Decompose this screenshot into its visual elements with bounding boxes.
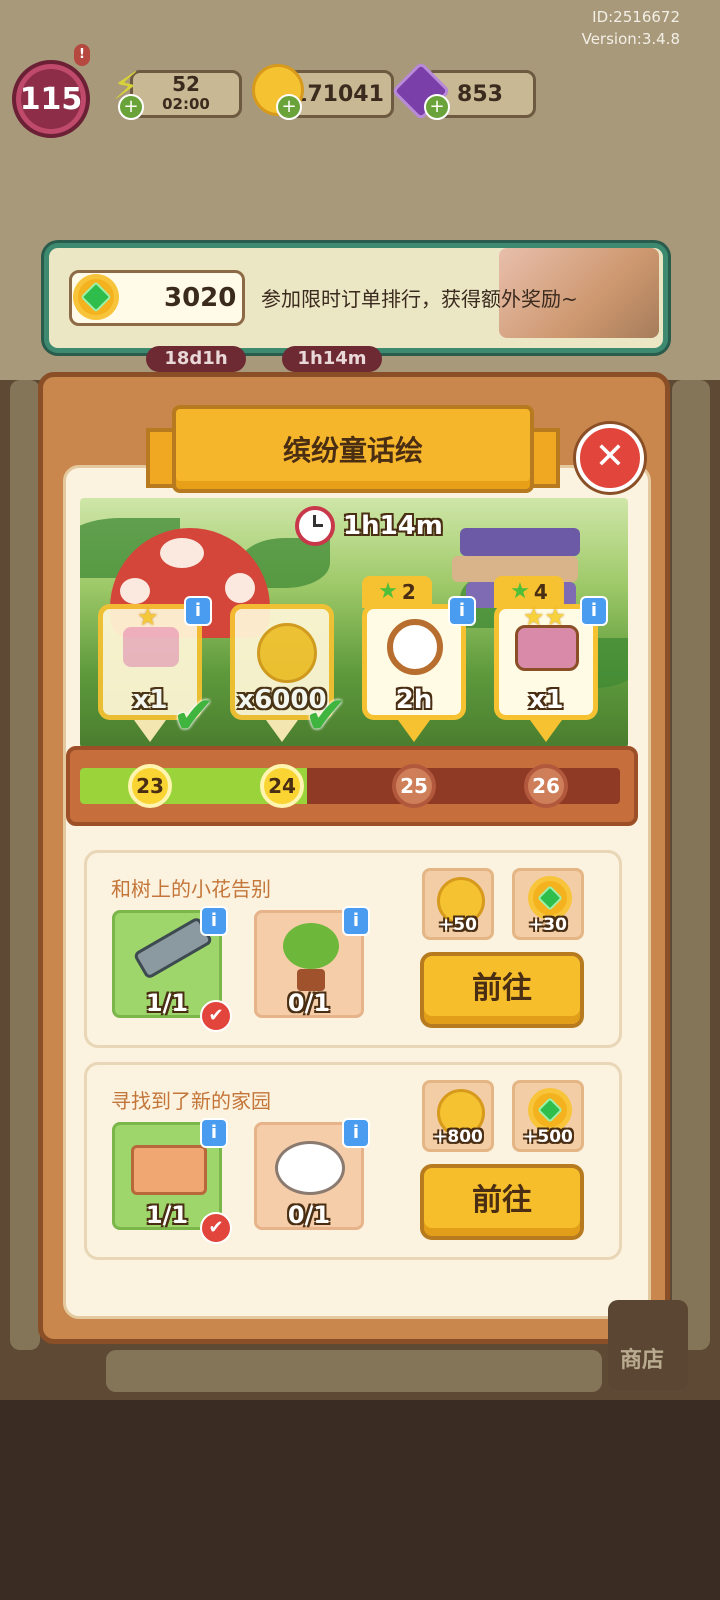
star-icon: ★	[378, 579, 398, 604]
level-number: 115	[19, 81, 83, 117]
banner-points-value: 3020	[164, 283, 237, 313]
book-stack	[460, 528, 580, 556]
energy-value: 52	[172, 72, 200, 96]
tree-icon	[283, 923, 339, 969]
mushroom-spot	[160, 538, 204, 568]
stopwatch-icon	[387, 619, 443, 675]
reward-pointer	[398, 720, 430, 742]
done-check-icon: ✔	[200, 1000, 232, 1032]
energy-plus-button[interactable]: +	[118, 94, 144, 120]
clock-icon	[295, 506, 335, 546]
reward-pointer	[530, 720, 562, 742]
energy-counter[interactable]: 52 02:00	[130, 70, 242, 118]
pot-icon	[297, 969, 325, 991]
flower-gem-icon	[533, 881, 567, 915]
flower-gem-icon	[78, 279, 114, 315]
modal-title-ribbon: 缤纷童话绘	[172, 405, 534, 493]
info-button[interactable]: i	[342, 906, 370, 936]
info-button[interactable]: i	[200, 1118, 228, 1148]
player-level-badge[interactable]: 115	[12, 60, 90, 138]
reward-value: +30	[529, 915, 567, 935]
milestone-node-23: 23	[128, 764, 172, 808]
event-timer: 1h14m	[295, 506, 443, 546]
info-button[interactable]: i	[200, 906, 228, 936]
milestone-node-25: 25	[392, 764, 436, 808]
background-timer-2: 1h14m	[282, 346, 382, 372]
go-button[interactable]: 前往	[420, 1164, 584, 1240]
reward-value: +50	[439, 915, 477, 935]
star-icon: ★★	[523, 603, 567, 631]
star-icon: ★	[137, 603, 159, 631]
info-button[interactable]: i	[580, 596, 608, 626]
reward-value: +500	[523, 1127, 573, 1147]
basket-icon	[131, 1145, 207, 1195]
task-reward-coin: +800	[422, 1080, 494, 1152]
player-id: ID:2516672	[592, 8, 680, 26]
coin-value: 171041	[292, 81, 384, 107]
reward-count: 2h	[395, 685, 433, 715]
mushroom-spot	[225, 573, 255, 603]
info-button[interactable]: i	[342, 1118, 370, 1148]
background-shelf-right	[672, 380, 710, 1350]
task-reward-flower: +30	[512, 868, 584, 940]
star-icon: ★	[510, 579, 530, 604]
reward-pointer	[134, 720, 166, 742]
reward-count: x1	[528, 685, 564, 715]
background-timer-1: 18d1h	[146, 346, 246, 372]
level-alert-badge: !	[74, 44, 90, 66]
claimed-check-icon: ✔	[172, 686, 216, 746]
order-ranking-banner[interactable]: 3020 参加限时订单排行，获得额外奖励~	[44, 243, 668, 353]
flower-gem-icon	[533, 1093, 567, 1127]
shop-label: 商店	[620, 1348, 665, 1373]
banner-message: 参加限时订单排行，获得额外奖励~	[261, 287, 578, 311]
task-title: 寻找到了新的家园	[111, 1089, 271, 1113]
item-count: 0/1	[287, 1201, 331, 1229]
background-scene-bottom	[0, 1400, 720, 1600]
background-shelf-left	[10, 380, 40, 1350]
item-count: 0/1	[287, 989, 331, 1017]
task-reward-coin: +50	[422, 868, 494, 940]
go-button[interactable]: 前往	[420, 952, 584, 1028]
reward-value: +800	[433, 1127, 483, 1147]
version-text: Version:3.4.8	[581, 30, 680, 48]
modal-title: 缤纷童话绘	[282, 434, 423, 467]
claimed-check-icon: ✔	[304, 686, 348, 746]
star-requirement: 2	[401, 580, 416, 604]
task-reward-flower: +500	[512, 1080, 584, 1152]
info-button[interactable]: i	[448, 596, 476, 626]
close-icon: ✕	[594, 436, 626, 477]
energy-timer: 02:00	[162, 95, 210, 113]
milestone-node-24: 24	[260, 764, 304, 808]
pink-bed-icon	[123, 627, 179, 667]
star-requirement: 4	[533, 580, 548, 604]
ornate-bed-icon	[515, 625, 579, 671]
done-check-icon: ✔	[200, 1212, 232, 1244]
close-button[interactable]: ✕	[576, 424, 644, 492]
reward-pointer	[266, 720, 298, 742]
milestone-node-26: 26	[524, 764, 568, 808]
event-timer-text: 1h14m	[343, 511, 443, 541]
info-button[interactable]: i	[184, 596, 212, 626]
cat-icon	[275, 1141, 345, 1195]
task-title: 和树上的小花告别	[111, 877, 271, 901]
mushroom-spot	[120, 578, 150, 604]
banner-points-pill: 3020	[69, 270, 245, 326]
gem-plus-button[interactable]: +	[424, 94, 450, 120]
gem-center-icon	[80, 281, 112, 313]
coin-reward-icon	[257, 623, 317, 683]
background-bottom-bar	[106, 1350, 602, 1392]
gem-value: 853	[457, 81, 503, 107]
coin-plus-button[interactable]: +	[276, 94, 302, 120]
